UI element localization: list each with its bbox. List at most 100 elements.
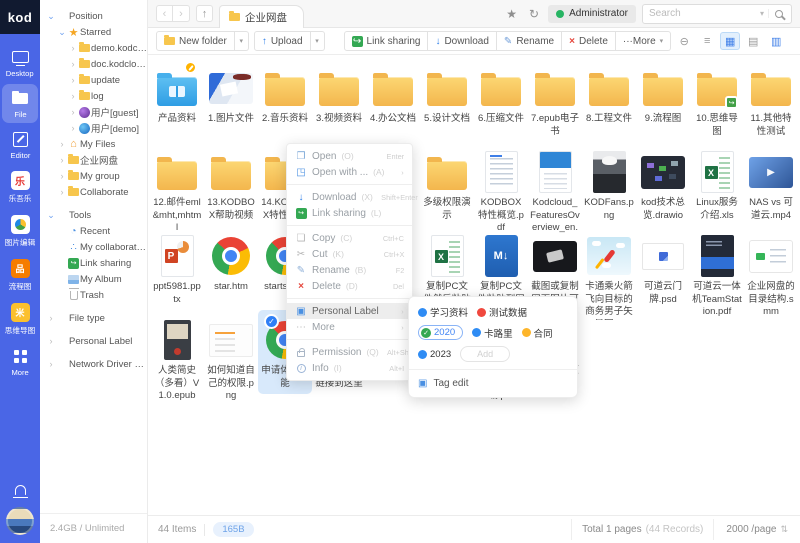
file-item[interactable]: NAS vs 可道云.mp4 bbox=[744, 142, 798, 226]
tree-item-17[interactable]: Trash bbox=[46, 287, 147, 303]
tree-item-8[interactable]: ›⌂My Files bbox=[46, 136, 147, 152]
file-item[interactable]: 12.邮件eml&mht,mhtml bbox=[150, 142, 204, 226]
file-item[interactable]: 1.图片文件 bbox=[204, 58, 258, 142]
tree-item-12[interactable]: ⌄Tools bbox=[46, 207, 147, 223]
forward-icon[interactable]: › bbox=[173, 5, 190, 22]
rail-item-流程图[interactable]: 品流程图 bbox=[2, 254, 38, 296]
context-menu-item-info[interactable]: iInfo(I)Alt+I bbox=[287, 360, 412, 376]
file-item[interactable]: 2.音乐资料 bbox=[258, 58, 312, 142]
file-item[interactable]: 人类简史（多看）V1.0.epub bbox=[150, 310, 204, 394]
sort-list-icon[interactable]: ≡ bbox=[697, 32, 717, 50]
context-menu-item-copy[interactable]: ❏Copy(C)Ctrl+C bbox=[287, 230, 412, 246]
tag-edit-button[interactable]: ▣ Tag edit bbox=[418, 376, 568, 391]
tree-item-9[interactable]: ›企业网盘 bbox=[46, 152, 147, 168]
file-item[interactable]: 可道云一体机TeamStation.pdf bbox=[690, 226, 744, 310]
file-item[interactable]: KODBOX特性概览.pdf bbox=[474, 142, 528, 226]
tag-合同[interactable]: 合同 bbox=[522, 326, 553, 340]
file-item[interactable]: Linux服务介绍.xls bbox=[690, 142, 744, 226]
tag-2020-selected[interactable]: ✓2020 bbox=[418, 325, 463, 340]
context-menu-item-open[interactable]: ❐Open(O)Enter bbox=[287, 148, 412, 164]
file-item[interactable]: 如何知道自己的权限.png bbox=[204, 310, 258, 394]
tree-item-2[interactable]: ›demo.kodcloud.c... bbox=[46, 40, 147, 56]
download-button[interactable]: ↓ Download bbox=[428, 31, 496, 51]
rail-item-思维导图[interactable]: 米思维导图 bbox=[2, 298, 38, 340]
file-item[interactable]: 3.视频资料 bbox=[312, 58, 366, 142]
context-menu-item-download[interactable]: ↓Download(X)Shift+Enter bbox=[287, 189, 412, 205]
search-scope-caret-icon[interactable]: ▾ bbox=[756, 9, 769, 18]
file-item[interactable]: ↪10.思维导图 bbox=[690, 58, 744, 142]
file-item[interactable]: Kodcloud_FeaturesOverview_en.pdf bbox=[528, 142, 582, 226]
file-item[interactable]: 多级权限演示 bbox=[420, 142, 474, 226]
context-menu-item-rename[interactable]: ✎Rename(B)F2 bbox=[287, 262, 412, 278]
search-input[interactable] bbox=[643, 8, 756, 19]
tree-item-13[interactable]: ◔Recent bbox=[46, 223, 147, 239]
user-menu[interactable]: Administrator bbox=[548, 5, 636, 23]
file-item[interactable]: 产品资料 bbox=[150, 58, 204, 142]
rail-item-乐吾乐[interactable]: 乐乐吾乐 bbox=[2, 166, 38, 208]
tree-item-19[interactable]: ›Personal Label bbox=[46, 333, 147, 349]
refresh-icon[interactable]: ↻ bbox=[526, 7, 542, 21]
tag-测试数据[interactable]: 测试数据 bbox=[477, 305, 527, 319]
tree-item-5[interactable]: ›log bbox=[46, 88, 147, 104]
tree-item-10[interactable]: ›My group bbox=[46, 168, 147, 184]
file-item[interactable]: kod技术总览.drawio bbox=[636, 142, 690, 226]
rail-item-File[interactable]: File bbox=[2, 84, 38, 123]
per-page-selector[interactable]: 2000 /page ⇅ bbox=[713, 519, 790, 540]
context-menu-item-open-with-[interactable]: ◳Open with ...(A)› bbox=[287, 164, 412, 180]
tree-item-3[interactable]: ›doc.kodcloud.com bbox=[46, 56, 147, 72]
file-item[interactable]: star.htm bbox=[204, 226, 258, 310]
file-item[interactable]: 可道云门牌.psd bbox=[636, 226, 690, 310]
delete-button[interactable]: × Delete bbox=[562, 31, 616, 51]
user-avatar[interactable] bbox=[6, 507, 34, 535]
tag-add-input[interactable] bbox=[460, 346, 510, 362]
file-item[interactable]: 13.KODBOX帮助视频 bbox=[204, 142, 258, 226]
search-icon[interactable] bbox=[775, 10, 783, 18]
context-menu-item-more[interactable]: ⋯More› bbox=[287, 319, 412, 335]
new-folder-button[interactable]: New folder bbox=[156, 31, 235, 51]
rename-button[interactable]: ✎ Rename bbox=[497, 31, 562, 51]
detail-list-icon[interactable]: ▤ bbox=[743, 32, 763, 50]
tag-卡路里[interactable]: 卡路里 bbox=[472, 326, 513, 340]
file-item[interactable]: 8.工程文件 bbox=[582, 58, 636, 142]
file-item[interactable]: 7.epub电子书 bbox=[528, 58, 582, 142]
rail-item-Editor[interactable]: Editor bbox=[2, 125, 38, 164]
new-folder-caret-icon[interactable]: ▾ bbox=[235, 31, 249, 51]
context-menu-item-delete[interactable]: ×Delete(D)Del bbox=[287, 278, 412, 294]
file-item[interactable]: 11.其他特性测试 bbox=[744, 58, 798, 142]
tree-item-18[interactable]: ›File type bbox=[46, 310, 147, 326]
file-item[interactable]: 企业网盘的目录结构.smm bbox=[744, 226, 798, 310]
favorite-star-icon[interactable]: ★ bbox=[503, 7, 520, 21]
file-item[interactable]: 5.设计文档 bbox=[420, 58, 474, 142]
context-menu-item-link-sharing[interactable]: ↪Link sharing(L) bbox=[287, 205, 412, 221]
rail-item-Desktop[interactable]: Desktop bbox=[2, 43, 38, 82]
tree-item-20[interactable]: ›Network Driver (admin) bbox=[46, 356, 147, 372]
tree-item-11[interactable]: ›Collaborate bbox=[46, 184, 147, 200]
zoom-out-icon[interactable]: ⊖ bbox=[674, 32, 694, 50]
rail-item-More[interactable]: More bbox=[2, 342, 38, 381]
rail-item-图片编辑[interactable]: 图片编辑 bbox=[2, 210, 38, 252]
bell-icon[interactable] bbox=[15, 485, 26, 495]
file-item[interactable]: 4.办公文档 bbox=[366, 58, 420, 142]
file-item[interactable]: KODFans.png bbox=[582, 142, 636, 226]
back-icon[interactable]: ‹ bbox=[156, 5, 173, 22]
file-item[interactable]: 9.流程图 bbox=[636, 58, 690, 142]
tree-item-0[interactable]: ⌄Position bbox=[46, 8, 147, 24]
context-menu-item-cut[interactable]: ✂Cut(K)Ctrl+X bbox=[287, 246, 412, 262]
file-item[interactable]: ppt5981.pptx bbox=[150, 226, 204, 310]
tree-item-14[interactable]: ∴My collaboration bbox=[46, 239, 147, 255]
app-logo[interactable]: kod bbox=[0, 0, 40, 34]
breadcrumb[interactable]: 企业网盘 bbox=[219, 5, 304, 28]
file-item[interactable]: 卡通乘火箭飞向目标的商务男子矢量图.ai bbox=[582, 226, 636, 310]
more-button[interactable]: ···More ▾ bbox=[616, 31, 671, 51]
upload-caret-icon[interactable]: ▾ bbox=[311, 31, 325, 51]
file-item[interactable]: 6.压缩文件 bbox=[474, 58, 528, 142]
tree-item-1[interactable]: ⌄★Starred bbox=[46, 24, 147, 40]
tree-item-15[interactable]: ↪Link sharing bbox=[46, 255, 147, 271]
tag-2023[interactable]: 2023 bbox=[418, 349, 451, 360]
context-menu-item-permission[interactable]: Permission(Q)Alt+Shift+I bbox=[287, 344, 412, 360]
tag-学习资料[interactable]: 学习资料 bbox=[418, 305, 468, 319]
context-menu-item-personal-label[interactable]: ▣Personal Label› bbox=[287, 303, 412, 319]
up-icon[interactable]: ↑ bbox=[196, 5, 213, 22]
grid-view-icon[interactable]: ▦ bbox=[720, 32, 740, 50]
upload-button[interactable]: ↑ Upload bbox=[254, 31, 311, 51]
